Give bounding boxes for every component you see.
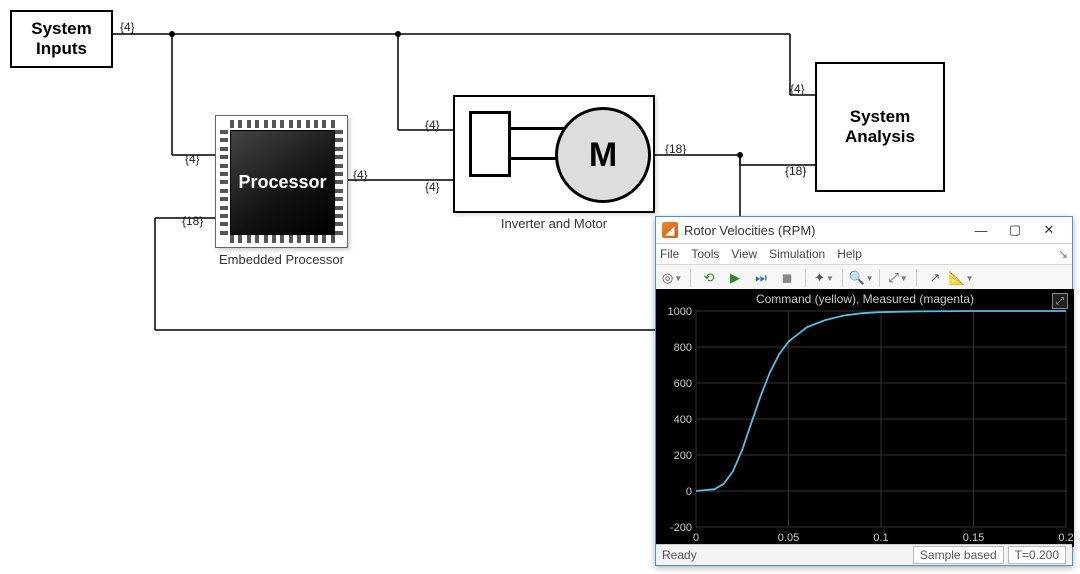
step-back-button[interactable]: ⟲ [697, 267, 721, 289]
svg-text:Command (yellow), Measured (ma: Command (yellow), Measured (magenta) [756, 292, 974, 306]
block-system-inputs[interactable]: System Inputs [10, 10, 113, 68]
scope-window[interactable]: ◢ Rotor Velocities (RPM) — ▢ ✕ File Tool… [655, 216, 1073, 566]
scope-statusbar: Ready Sample based T=0.200 [656, 544, 1072, 565]
inverter-motor-caption: Inverter and Motor [453, 216, 655, 231]
block-system-analysis[interactable]: System Analysis [815, 62, 945, 192]
svg-text:0: 0 [693, 532, 699, 544]
embedded-processor-caption: Embedded Processor [215, 252, 348, 267]
dock-icon[interactable]: ↘ [1058, 247, 1068, 261]
signal-tag: {4} [425, 118, 440, 132]
svg-text:200: 200 [674, 450, 692, 462]
window-maximize-button[interactable]: ▢ [998, 219, 1032, 241]
block-embedded-processor[interactable]: Processor [215, 115, 348, 248]
signal-tag: {4} [425, 180, 440, 194]
menu-tools[interactable]: Tools [691, 247, 719, 261]
scope-toolbar: ◎▼ ⟲ ▶ ⏭ ◼ ✦▼ 🔍▼ ⤢▼ ↗ 📐▼ [656, 265, 1072, 292]
block-system-inputs-label: System Inputs [31, 19, 91, 58]
menu-simulation[interactable]: Simulation [769, 247, 825, 261]
signal-tag: {4} [185, 152, 200, 166]
block-system-analysis-label: System Analysis [845, 107, 915, 146]
signal-tag: {18} [665, 142, 686, 156]
signal-tag: {18} [182, 214, 203, 228]
scope-menubar: File Tools View Simulation Help ↘ [656, 244, 1072, 265]
chip-graphic: Processor [230, 130, 335, 235]
scope-svg: Command (yellow), Measured (magenta) -200… [656, 289, 1074, 547]
signal-tag: {4} [120, 20, 135, 34]
cursor-button[interactable]: ↗ [923, 267, 947, 289]
svg-text:0.15: 0.15 [963, 532, 984, 544]
window-close-button[interactable]: ✕ [1032, 219, 1066, 241]
run-button[interactable]: ▶ [723, 267, 747, 289]
status-mode: Sample based [913, 546, 1004, 564]
motor-circle-icon: M [555, 107, 651, 203]
svg-text:800: 800 [674, 342, 692, 354]
svg-text:0.05: 0.05 [778, 532, 799, 544]
menu-file[interactable]: File [660, 247, 679, 261]
chip-label: Processor [238, 172, 326, 193]
expand-plot-icon[interactable]: ⤢ [1052, 293, 1068, 309]
svg-text:600: 600 [674, 378, 692, 390]
inverter-rect-icon [469, 111, 511, 177]
block-inverter-motor[interactable]: M [453, 95, 655, 213]
status-ready: Ready [662, 548, 697, 562]
svg-text:400: 400 [674, 414, 692, 426]
scope-title: Rotor Velocities (RPM) [684, 223, 815, 238]
motor-letter: M [589, 136, 617, 175]
simulink-canvas: System Inputs {4} Processor Embedded Pro… [0, 0, 1080, 574]
status-time: T=0.200 [1008, 546, 1066, 564]
step-forward-button[interactable]: ⏭ [749, 267, 773, 289]
measurement-button[interactable]: 📐▼ [949, 267, 973, 289]
scope-plot[interactable]: Command (yellow), Measured (magenta) -200… [656, 289, 1072, 545]
configure-button[interactable]: ◎▼ [660, 267, 684, 289]
scope-titlebar[interactable]: ◢ Rotor Velocities (RPM) — ▢ ✕ [656, 217, 1072, 244]
inverter-line-icon [511, 127, 565, 130]
matlab-icon: ◢ [662, 222, 678, 238]
svg-text:0: 0 [686, 486, 692, 498]
window-minimize-button[interactable]: — [964, 219, 998, 241]
stop-button[interactable]: ◼ [775, 267, 799, 289]
svg-text:0.1: 0.1 [873, 532, 888, 544]
signal-tag: {4} [353, 168, 368, 182]
svg-text:0.2: 0.2 [1058, 532, 1073, 544]
menu-view[interactable]: View [731, 247, 757, 261]
zoom-button[interactable]: 🔍▼ [849, 267, 873, 289]
menu-help[interactable]: Help [837, 247, 862, 261]
signal-tag: {18} [785, 164, 806, 178]
svg-text:-200: -200 [670, 522, 692, 534]
highlight-button[interactable]: ✦▼ [812, 267, 836, 289]
signal-tag: {4} [790, 82, 805, 96]
svg-text:1000: 1000 [668, 306, 692, 318]
autoscale-button[interactable]: ⤢▼ [886, 267, 910, 289]
